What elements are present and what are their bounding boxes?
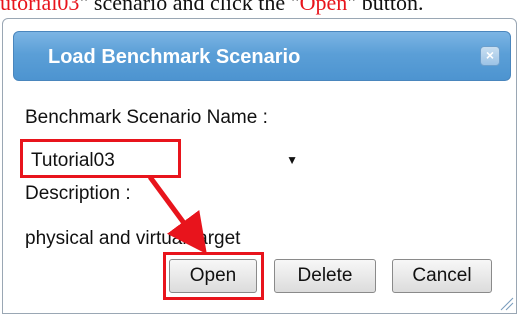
dialog-titlebar[interactable]: Load Benchmark Scenario × xyxy=(13,31,511,81)
dialog-title: Load Benchmark Scenario xyxy=(48,46,301,68)
instruction-caption: utorial03" scenario and click the "Open"… xyxy=(0,0,523,18)
close-button[interactable]: × xyxy=(480,46,500,66)
caption-open-word: Open xyxy=(299,0,348,15)
load-benchmark-dialog: Load Benchmark Scenario × Benchmark Scen… xyxy=(2,18,517,314)
cancel-button[interactable]: Cancel xyxy=(392,259,492,293)
screenshot-stage: utorial03" scenario and click the "Open"… xyxy=(0,0,523,314)
chevron-down-icon[interactable]: ▼ xyxy=(286,153,298,167)
caption-text-end: " button. xyxy=(347,0,424,15)
description-label: Description : xyxy=(25,183,131,204)
close-icon: × xyxy=(485,47,495,63)
select-highlight-box xyxy=(20,139,181,178)
open-highlight-box xyxy=(163,252,264,300)
description-value: physical and virtual target xyxy=(25,228,241,249)
delete-button[interactable]: Delete xyxy=(274,259,376,293)
caption-text: " scenario and click the " xyxy=(79,0,300,15)
scenario-name-label: Benchmark Scenario Name : xyxy=(25,107,268,128)
resize-grip-icon[interactable] xyxy=(498,295,514,311)
caption-scenario-name: utorial03 xyxy=(0,0,80,15)
